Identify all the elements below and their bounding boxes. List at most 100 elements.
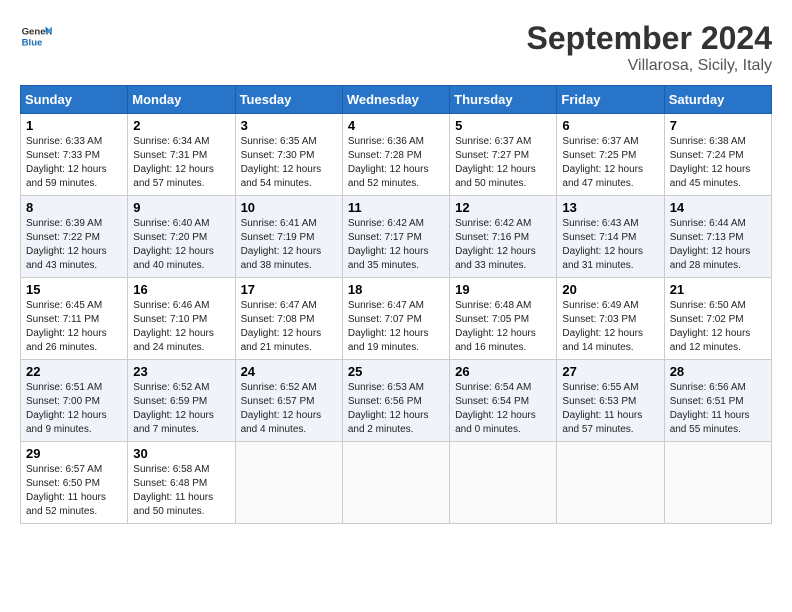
table-row xyxy=(235,442,342,524)
table-row: 21 Sunrise: 6:50 AM Sunset: 7:02 PM Dayli… xyxy=(664,278,771,360)
day-number: 22 xyxy=(26,364,122,379)
table-row: 28 Sunrise: 6:56 AM Sunset: 6:51 PM Dayli… xyxy=(664,360,771,442)
table-row: 14 Sunrise: 6:44 AM Sunset: 7:13 PM Dayli… xyxy=(664,196,771,278)
title-block: September 2024 Villarosa, Sicily, Italy xyxy=(527,20,772,75)
table-row xyxy=(664,442,771,524)
table-row: 8 Sunrise: 6:39 AM Sunset: 7:22 PM Daylig… xyxy=(21,196,128,278)
table-row xyxy=(342,442,449,524)
day-info: Sunrise: 6:42 AM Sunset: 7:17 PM Dayligh… xyxy=(348,217,444,273)
table-row: 17Sunrise: 6:47 AM Sunset: 7:08 PM Dayli… xyxy=(235,278,342,360)
day-number: 12 xyxy=(455,200,551,215)
location: Villarosa, Sicily, Italy xyxy=(527,57,772,75)
day-number: 26 xyxy=(455,364,551,379)
day-number: 13 xyxy=(562,200,658,215)
table-row xyxy=(450,442,557,524)
day-number: 21 xyxy=(670,282,766,297)
day-info: Sunrise: 6:43 AM Sunset: 7:14 PM Dayligh… xyxy=(562,217,658,273)
table-row xyxy=(557,442,664,524)
table-row: 27Sunrise: 6:55 AM Sunset: 6:53 PM Dayli… xyxy=(557,360,664,442)
day-info: Sunrise: 6:37 AM Sunset: 7:25 PM Dayligh… xyxy=(562,135,658,191)
table-row: 30 Sunrise: 6:58 AM Sunset: 6:48 PM Dayli… xyxy=(128,442,235,524)
table-row: 10Sunrise: 6:41 AM Sunset: 7:19 PM Dayli… xyxy=(235,196,342,278)
day-info: Sunrise: 6:52 AM Sunset: 6:59 PM Dayligh… xyxy=(133,381,229,437)
table-row: 4Sunrise: 6:36 AM Sunset: 7:28 PM Daylig… xyxy=(342,114,449,196)
col-monday: Monday xyxy=(128,86,235,114)
table-row: 6Sunrise: 6:37 AM Sunset: 7:25 PM Daylig… xyxy=(557,114,664,196)
table-row: 11 Sunrise: 6:42 AM Sunset: 7:17 PM Dayli… xyxy=(342,196,449,278)
table-row: 16 Sunrise: 6:46 AM Sunset: 7:10 PM Dayli… xyxy=(128,278,235,360)
table-row: 12 Sunrise: 6:42 AM Sunset: 7:16 PM Dayli… xyxy=(450,196,557,278)
col-friday: Friday xyxy=(557,86,664,114)
table-row: 15 Sunrise: 6:45 AM Sunset: 7:11 PM Dayli… xyxy=(21,278,128,360)
day-info: Sunrise: 6:44 AM Sunset: 7:13 PM Dayligh… xyxy=(670,217,766,273)
day-number: 2 xyxy=(133,118,229,133)
table-row: 9Sunrise: 6:40 AM Sunset: 7:20 PM Daylig… xyxy=(128,196,235,278)
day-info: Sunrise: 6:35 AM Sunset: 7:30 PM Dayligh… xyxy=(241,135,337,191)
day-number: 30 xyxy=(133,446,229,461)
day-info: Sunrise: 6:46 AM Sunset: 7:10 PM Dayligh… xyxy=(133,299,229,355)
calendar-row: 15 Sunrise: 6:45 AM Sunset: 7:11 PM Dayli… xyxy=(21,278,772,360)
calendar-row: 22 Sunrise: 6:51 AM Sunset: 7:00 PM Dayli… xyxy=(21,360,772,442)
day-number: 15 xyxy=(26,282,122,297)
table-row: 2 Sunrise: 6:34 AM Sunset: 7:31 PM Daylig… xyxy=(128,114,235,196)
day-info: Sunrise: 6:50 AM Sunset: 7:02 PM Dayligh… xyxy=(670,299,766,355)
day-number: 16 xyxy=(133,282,229,297)
month-title: September 2024 xyxy=(527,20,772,57)
col-wednesday: Wednesday xyxy=(342,86,449,114)
table-row: 26Sunrise: 6:54 AM Sunset: 6:54 PM Dayli… xyxy=(450,360,557,442)
day-number: 28 xyxy=(670,364,766,379)
table-row: 1 Sunrise: 6:33 AM Sunset: 7:33 PM Daylig… xyxy=(21,114,128,196)
table-row: 20Sunrise: 6:49 AM Sunset: 7:03 PM Dayli… xyxy=(557,278,664,360)
day-info: Sunrise: 6:53 AM Sunset: 6:56 PM Dayligh… xyxy=(348,381,444,437)
table-row: 24 Sunrise: 6:52 AM Sunset: 6:57 PM Dayli… xyxy=(235,360,342,442)
day-info: Sunrise: 6:45 AM Sunset: 7:11 PM Dayligh… xyxy=(26,299,122,355)
day-number: 29 xyxy=(26,446,122,461)
logo: General Blue xyxy=(20,20,52,52)
day-number: 5 xyxy=(455,118,551,133)
day-number: 24 xyxy=(241,364,337,379)
day-info: Sunrise: 6:51 AM Sunset: 7:00 PM Dayligh… xyxy=(26,381,122,437)
day-number: 3 xyxy=(241,118,337,133)
day-info: Sunrise: 6:41 AM Sunset: 7:19 PM Dayligh… xyxy=(241,217,337,273)
col-sunday: Sunday xyxy=(21,86,128,114)
calendar-table: Sunday Monday Tuesday Wednesday Thursday… xyxy=(20,85,772,524)
day-info: Sunrise: 6:42 AM Sunset: 7:16 PM Dayligh… xyxy=(455,217,551,273)
day-number: 20 xyxy=(562,282,658,297)
day-number: 25 xyxy=(348,364,444,379)
table-row: 5Sunrise: 6:37 AM Sunset: 7:27 PM Daylig… xyxy=(450,114,557,196)
calendar-row: 29 Sunrise: 6:57 AM Sunset: 6:50 PM Dayli… xyxy=(21,442,772,524)
table-row: 13 Sunrise: 6:43 AM Sunset: 7:14 PM Dayli… xyxy=(557,196,664,278)
day-info: Sunrise: 6:47 AM Sunset: 7:07 PM Dayligh… xyxy=(348,299,444,355)
day-info: Sunrise: 6:48 AM Sunset: 7:05 PM Dayligh… xyxy=(455,299,551,355)
day-info: Sunrise: 6:56 AM Sunset: 6:51 PM Dayligh… xyxy=(670,381,766,437)
table-row: 7Sunrise: 6:38 AM Sunset: 7:24 PM Daylig… xyxy=(664,114,771,196)
day-number: 8 xyxy=(26,200,122,215)
day-info: Sunrise: 6:47 AM Sunset: 7:08 PM Dayligh… xyxy=(241,299,337,355)
calendar-row: 8 Sunrise: 6:39 AM Sunset: 7:22 PM Daylig… xyxy=(21,196,772,278)
day-info: Sunrise: 6:38 AM Sunset: 7:24 PM Dayligh… xyxy=(670,135,766,191)
svg-text:Blue: Blue xyxy=(22,38,43,49)
day-info: Sunrise: 6:39 AM Sunset: 7:22 PM Dayligh… xyxy=(26,217,122,273)
table-row: 29 Sunrise: 6:57 AM Sunset: 6:50 PM Dayli… xyxy=(21,442,128,524)
calendar-row: 1 Sunrise: 6:33 AM Sunset: 7:33 PM Daylig… xyxy=(21,114,772,196)
day-info: Sunrise: 6:36 AM Sunset: 7:28 PM Dayligh… xyxy=(348,135,444,191)
col-thursday: Thursday xyxy=(450,86,557,114)
col-saturday: Saturday xyxy=(664,86,771,114)
table-row: 19 Sunrise: 6:48 AM Sunset: 7:05 PM Dayli… xyxy=(450,278,557,360)
day-number: 11 xyxy=(348,200,444,215)
day-info: Sunrise: 6:55 AM Sunset: 6:53 PM Dayligh… xyxy=(562,381,658,437)
day-info: Sunrise: 6:34 AM Sunset: 7:31 PM Dayligh… xyxy=(133,135,229,191)
day-number: 1 xyxy=(26,118,122,133)
calendar-header-row: Sunday Monday Tuesday Wednesday Thursday… xyxy=(21,86,772,114)
day-info: Sunrise: 6:58 AM Sunset: 6:48 PM Dayligh… xyxy=(133,463,229,519)
logo-icon: General Blue xyxy=(20,20,52,52)
day-info: Sunrise: 6:33 AM Sunset: 7:33 PM Dayligh… xyxy=(26,135,122,191)
day-number: 19 xyxy=(455,282,551,297)
day-info: Sunrise: 6:52 AM Sunset: 6:57 PM Dayligh… xyxy=(241,381,337,437)
page-header: General Blue September 2024 Villarosa, S… xyxy=(20,20,772,75)
table-row: 22 Sunrise: 6:51 AM Sunset: 7:00 PM Dayli… xyxy=(21,360,128,442)
day-info: Sunrise: 6:57 AM Sunset: 6:50 PM Dayligh… xyxy=(26,463,122,519)
col-tuesday: Tuesday xyxy=(235,86,342,114)
day-number: 18 xyxy=(348,282,444,297)
day-number: 14 xyxy=(670,200,766,215)
